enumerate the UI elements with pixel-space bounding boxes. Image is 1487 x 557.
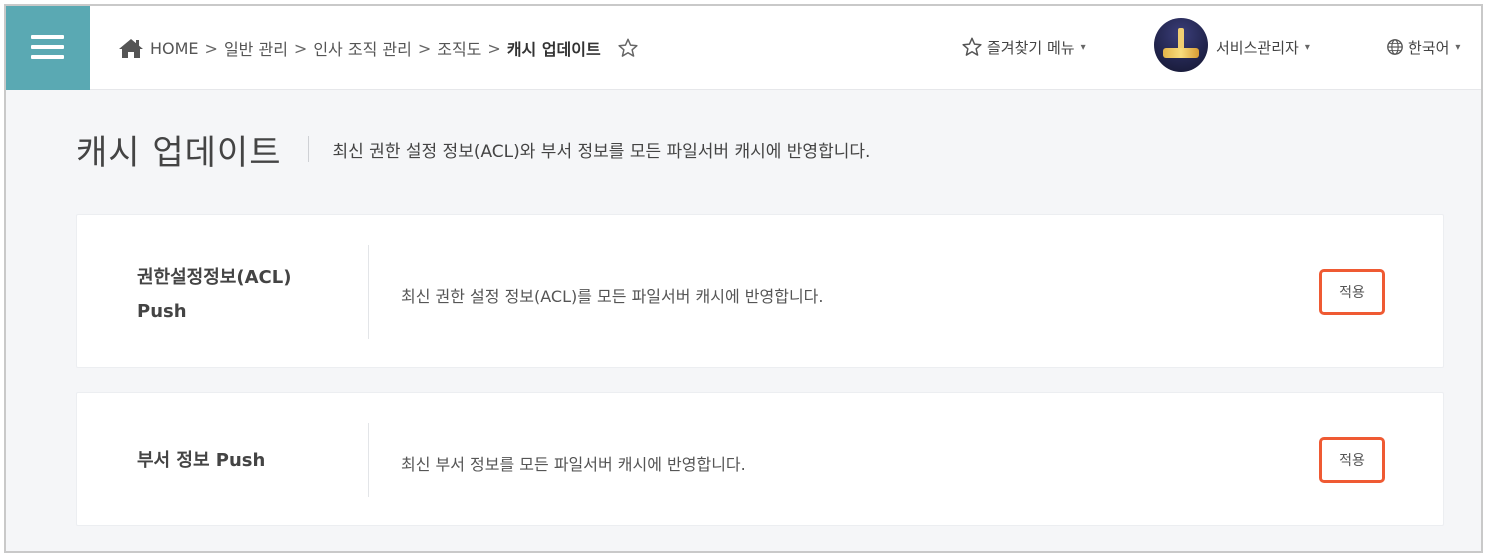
breadcrumb-separator: > bbox=[487, 38, 501, 58]
card-label: 부서 정보 Push bbox=[137, 450, 266, 471]
department-push-card: 부서 정보 Push 최신 부서 정보를 모든 파일서버 캐시에 반영합니다. … bbox=[76, 392, 1444, 526]
app-frame: HOME > 일반 관리 > 인사 조직 관리 > 조직도 > 캐시 업데이트 … bbox=[4, 4, 1483, 553]
top-navigation-bar: HOME > 일반 관리 > 인사 조직 관리 > 조직도 > 캐시 업데이트 … bbox=[6, 6, 1481, 90]
acl-push-card: 권한설정정보(ACL) Push 최신 권한 설정 정보(ACL)를 모든 파일… bbox=[76, 214, 1444, 368]
page-description: 최신 권한 설정 정보(ACL)와 부서 정보를 모든 파일서버 캐시에 반영합… bbox=[332, 141, 871, 162]
breadcrumb-general-admin[interactable]: 일반 관리 bbox=[224, 36, 288, 60]
avatar[interactable] bbox=[1154, 18, 1208, 72]
menu-icon-bar bbox=[31, 45, 64, 49]
breadcrumb: HOME > 일반 관리 > 인사 조직 관리 > 조직도 > 캐시 업데이트 bbox=[118, 36, 639, 60]
favorite-star-icon[interactable] bbox=[617, 37, 639, 59]
card-description: 최신 권한 설정 정보(ACL)를 모든 파일서버 캐시에 반영합니다. bbox=[401, 287, 824, 306]
apply-acl-push-button[interactable]: 적용 bbox=[1319, 269, 1385, 315]
caret-down-icon: ▾ bbox=[1304, 41, 1310, 53]
apply-department-push-button[interactable]: 적용 bbox=[1319, 437, 1385, 483]
globe-icon bbox=[1387, 39, 1403, 55]
favorites-menu[interactable]: 즐겨찾기 메뉴 ▾ bbox=[961, 35, 1086, 59]
home-icon[interactable] bbox=[118, 37, 144, 59]
favorites-menu-label: 즐겨찾기 메뉴 bbox=[987, 38, 1075, 57]
breadcrumb-home[interactable]: HOME bbox=[150, 39, 199, 58]
breadcrumb-separator: > bbox=[417, 38, 432, 58]
user-menu[interactable]: 서비스관리자 ▾ bbox=[1216, 35, 1310, 59]
language-label: 한국어 bbox=[1408, 38, 1450, 57]
header-divider bbox=[307, 136, 309, 162]
user-name-label: 서비스관리자 bbox=[1216, 38, 1299, 57]
breadcrumb-hr-org-admin[interactable]: 인사 조직 관리 bbox=[313, 36, 412, 60]
card-description: 최신 부서 정보를 모든 파일서버 캐시에 반영합니다. bbox=[401, 455, 746, 474]
language-menu[interactable]: 한국어 ▾ bbox=[1386, 35, 1460, 59]
caret-down-icon: ▾ bbox=[1080, 41, 1086, 53]
card-label-line: Push bbox=[137, 301, 187, 322]
avatar-image-detail bbox=[1163, 48, 1199, 58]
breadcrumb-separator: > bbox=[293, 38, 308, 58]
caret-down-icon: ▾ bbox=[1455, 41, 1461, 53]
card-label: 권한설정정보(ACL) Push bbox=[137, 261, 291, 329]
avatar-image-detail bbox=[1178, 28, 1184, 50]
menu-icon-bar bbox=[31, 35, 64, 39]
card-divider bbox=[368, 245, 369, 339]
menu-icon-bar bbox=[31, 55, 64, 59]
star-outline-icon bbox=[962, 37, 982, 56]
card-divider bbox=[368, 423, 369, 497]
menu-toggle-button[interactable] bbox=[6, 6, 90, 90]
page-header: 캐시 업데이트 최신 권한 설정 정보(ACL)와 부서 정보를 모든 파일서버… bbox=[76, 128, 871, 173]
card-label-line: 권한설정정보(ACL) bbox=[137, 267, 292, 288]
breadcrumb-current: 캐시 업데이트 bbox=[506, 40, 601, 59]
page-title: 캐시 업데이트 bbox=[76, 132, 282, 173]
breadcrumb-separator: > bbox=[204, 38, 218, 58]
breadcrumb-org-chart[interactable]: 조직도 bbox=[437, 36, 481, 60]
